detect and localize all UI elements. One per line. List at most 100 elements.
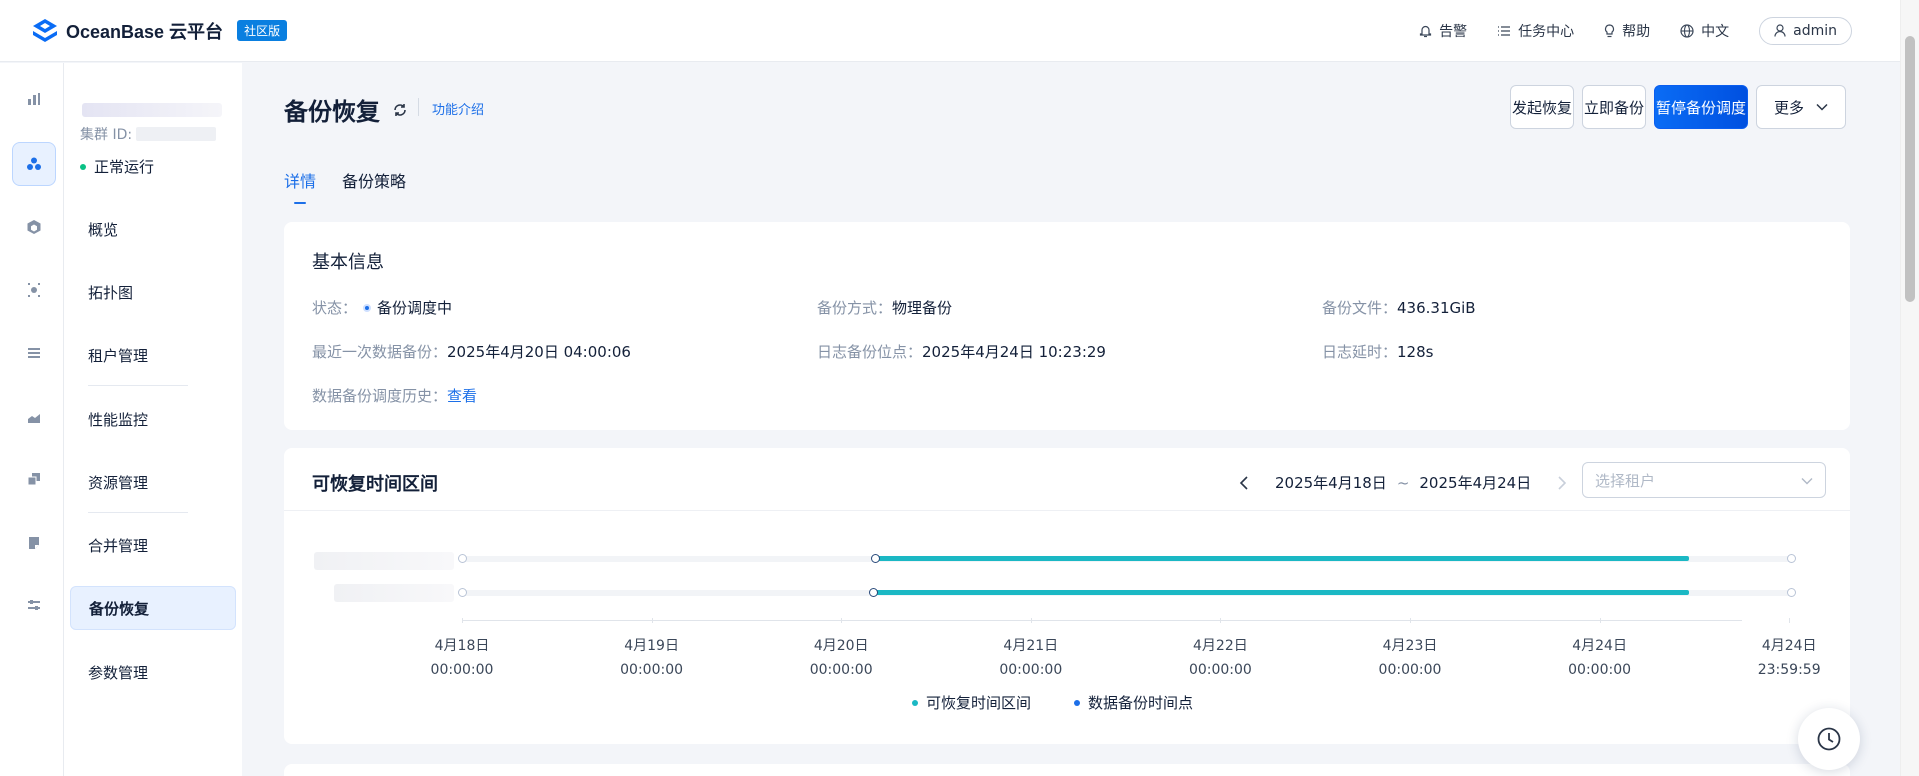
next-card	[284, 764, 1850, 776]
log-delay-label: 日志延时：	[1322, 343, 1398, 361]
history-view-link[interactable]: 查看	[447, 385, 477, 406]
backup-point-marker[interactable]	[871, 554, 880, 563]
task-center-menu[interactable]: 任务中心	[1497, 21, 1574, 41]
scrollbar-thumb[interactable]	[1905, 36, 1915, 302]
recoverable-interval-bar[interactable]	[875, 556, 1689, 561]
cube-icon	[27, 220, 41, 234]
chevron-down-icon	[1816, 103, 1828, 111]
axis-tick-label: 4月20日 00:00:00	[781, 634, 901, 682]
recoverable-interval-bar[interactable]	[873, 590, 1689, 595]
axis-tick-time: 00:00:00	[1568, 662, 1632, 678]
bell-icon	[1420, 25, 1432, 37]
axis-tick-label: 4月21日 00:00:00	[971, 634, 1091, 682]
nav-overview[interactable]: 概览	[70, 207, 236, 251]
axis-tick-date: 4月20日	[813, 638, 869, 654]
rail-list[interactable]	[12, 331, 56, 375]
pause-backup-button[interactable]: 暂停备份调度	[1654, 85, 1748, 129]
cluster-status: 正常运行	[80, 156, 154, 177]
file-label: 备份文件：	[1322, 299, 1398, 317]
globe-icon	[1680, 23, 1694, 38]
top-header: OceanBase 云平台 社区版 告警 任务中心 帮助 中文 admin	[0, 0, 1900, 62]
bar-chart-icon	[28, 93, 40, 105]
sliders-icon	[28, 600, 40, 610]
refresh-icon[interactable]	[392, 102, 408, 118]
help-menu[interactable]: 帮助	[1604, 21, 1650, 41]
rail-resource[interactable]	[12, 457, 56, 501]
nav-merge[interactable]: 合并管理	[70, 523, 236, 567]
chevron-right-icon[interactable]	[1557, 475, 1567, 490]
nav-divider	[88, 385, 188, 386]
nav-resource[interactable]: 资源管理	[70, 460, 236, 504]
basic-info-title: 基本信息	[312, 252, 384, 273]
tenant-row-label	[334, 584, 454, 602]
edition-badge: 社区版	[237, 20, 288, 41]
history-float-button[interactable]	[1798, 708, 1860, 770]
rail-document[interactable]	[12, 521, 56, 565]
nav-topology[interactable]: 拓扑图	[70, 270, 236, 314]
nav-backup[interactable]: 备份恢复	[70, 586, 236, 630]
timeline-end-marker	[1787, 588, 1796, 597]
rail-monitor[interactable]	[12, 268, 56, 312]
axis-tick-label: 4月18日 00:00:00	[402, 634, 522, 682]
feature-intro-link[interactable]: 功能介绍	[432, 99, 484, 118]
backup-now-button[interactable]: 立即备份	[1582, 85, 1646, 129]
method-value: 物理备份	[892, 299, 953, 317]
user-menu[interactable]: admin	[1759, 16, 1852, 45]
nav-tenant[interactable]: 租户管理	[70, 333, 236, 377]
basic-info-card: 基本信息 状态： 备份调度中 备份方式： 物理备份 备份文件： 436.31Gi…	[284, 222, 1850, 430]
history-label: 数据备份调度历史：	[312, 387, 448, 405]
rail-cluster[interactable]	[12, 142, 56, 186]
axis-tick	[1220, 618, 1222, 623]
cluster-id-value	[136, 127, 217, 141]
task-center-label: 任务中心	[1518, 23, 1575, 40]
chevron-left-icon[interactable]	[1239, 475, 1249, 490]
file-value: 436.31GiB	[1397, 298, 1476, 317]
timeline-start-marker	[458, 588, 467, 597]
alert-label: 告警	[1439, 23, 1468, 40]
app-logo[interactable]: OceanBase 云平台 社区版	[30, 16, 288, 46]
axis-tick	[651, 618, 653, 623]
language-menu[interactable]: 中文	[1680, 21, 1729, 41]
rail-overview[interactable]	[12, 77, 56, 121]
backup-point-marker[interactable]	[869, 588, 878, 597]
log-position-value: 2025年4月24日 10:23:29	[922, 343, 1106, 361]
rail-performance[interactable]	[12, 395, 56, 439]
tenant-select[interactable]: 选择租户	[1582, 462, 1826, 498]
tenant-row-label	[314, 552, 454, 570]
file-field: 备份文件： 436.31GiB	[1322, 297, 1476, 318]
nav-parameters[interactable]: 参数管理	[70, 650, 236, 694]
cluster-id: 集群 ID:	[80, 124, 217, 144]
chevron-down-icon	[1801, 478, 1813, 485]
axis-tick-date: 4月21日	[1003, 638, 1059, 654]
stack-icon	[28, 348, 40, 358]
axis-tick	[1789, 618, 1791, 623]
axis-tick	[1030, 618, 1032, 623]
more-button[interactable]: 更多	[1756, 85, 1846, 129]
axis-tick-label: 4月22日 00:00:00	[1160, 634, 1280, 682]
status-value: 备份调度中	[377, 299, 453, 317]
range-end: 2025年4月24日	[1419, 474, 1532, 492]
status-field: 状态： 备份调度中	[312, 297, 452, 318]
axis-tick-label: 4月24日 23:59:59	[1729, 634, 1849, 682]
method-field: 备份方式： 物理备份	[817, 297, 952, 318]
axis-tick-date: 4月23日	[1382, 638, 1438, 654]
rail-tenant[interactable]	[12, 205, 56, 249]
page-scrollbar[interactable]	[1900, 0, 1919, 776]
last-backup-value: 2025年4月20日 04:00:06	[447, 343, 631, 361]
rail-settings[interactable]	[12, 583, 56, 627]
history-field: 数据备份调度历史： 查看	[312, 385, 477, 406]
copy-icon	[27, 473, 40, 486]
alert-menu[interactable]: 告警	[1419, 21, 1467, 41]
tab-details[interactable]: 详情	[284, 168, 316, 204]
axis-tick	[1410, 618, 1411, 623]
card-divider	[284, 510, 1850, 511]
tab-backup-policy[interactable]: 备份策略	[342, 168, 406, 200]
axis-tick-date: 4月24日	[1572, 638, 1627, 654]
nav-performance[interactable]: 性能监控	[70, 397, 236, 441]
restore-button[interactable]: 发起恢复	[1510, 85, 1574, 129]
date-range-nav: 2025年4月18日 ~ 2025年4月24日	[1239, 472, 1567, 493]
log-position-label: 日志备份位点：	[817, 343, 923, 361]
app-name: OceanBase 云平台	[66, 21, 224, 42]
last-backup-label: 最近一次数据备份：	[312, 343, 448, 361]
status-dot-icon	[80, 163, 86, 170]
